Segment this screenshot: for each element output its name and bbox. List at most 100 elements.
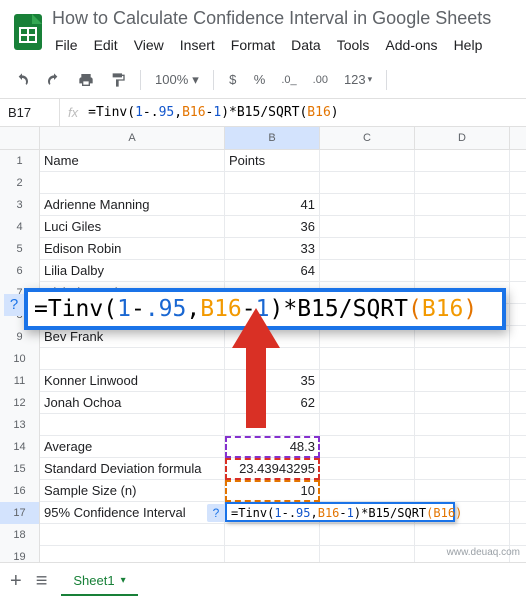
menu-addons[interactable]: Add-ons bbox=[378, 33, 444, 57]
currency-icon[interactable]: $ bbox=[222, 67, 244, 93]
cell-C10[interactable] bbox=[320, 348, 415, 370]
cell-D12[interactable] bbox=[415, 392, 510, 414]
chevron-down-icon[interactable]: ▾ bbox=[121, 575, 126, 586]
row-header[interactable]: 17 bbox=[0, 502, 40, 524]
row-header[interactable]: 11 bbox=[0, 370, 40, 392]
cell-B3[interactable]: 41 bbox=[225, 194, 320, 216]
all-sheets-button[interactable]: ≡ bbox=[36, 570, 48, 593]
cell-C14[interactable] bbox=[320, 436, 415, 458]
cell-C1[interactable] bbox=[320, 150, 415, 172]
cell-A2[interactable] bbox=[40, 172, 225, 194]
cell-C5[interactable] bbox=[320, 238, 415, 260]
cell-A11[interactable]: Konner Linwood bbox=[40, 370, 225, 392]
cell-B1[interactable]: Points bbox=[225, 150, 320, 172]
col-header-c[interactable]: C bbox=[320, 127, 415, 149]
cell-C2[interactable] bbox=[320, 172, 415, 194]
select-all-corner[interactable] bbox=[0, 127, 40, 149]
menu-insert[interactable]: Insert bbox=[173, 33, 222, 57]
cell-D13[interactable] bbox=[415, 414, 510, 436]
doc-title[interactable]: How to Calculate Confidence Interval in … bbox=[48, 6, 518, 31]
increase-decimal-icon[interactable]: .00 bbox=[307, 67, 334, 93]
cell-C12[interactable] bbox=[320, 392, 415, 414]
cell-C4[interactable] bbox=[320, 216, 415, 238]
row-header[interactable]: 1 bbox=[0, 150, 40, 172]
cell-C15[interactable] bbox=[320, 458, 415, 480]
cell-B2[interactable] bbox=[225, 172, 320, 194]
menu-file[interactable]: File bbox=[48, 33, 85, 57]
decrease-decimal-icon[interactable]: .0_ bbox=[275, 67, 302, 93]
row-header[interactable]: 6 bbox=[0, 260, 40, 282]
menu-view[interactable]: View bbox=[127, 33, 171, 57]
cell-A6[interactable]: Lilia Dalby bbox=[40, 260, 225, 282]
cell-B4[interactable]: 36 bbox=[225, 216, 320, 238]
row-header[interactable]: 12 bbox=[0, 392, 40, 414]
row-header[interactable]: 16 bbox=[0, 480, 40, 502]
cell-D16[interactable] bbox=[415, 480, 510, 502]
row-header[interactable]: 3 bbox=[0, 194, 40, 216]
cell-D2[interactable] bbox=[415, 172, 510, 194]
cell-D15[interactable] bbox=[415, 458, 510, 480]
cell-D5[interactable] bbox=[415, 238, 510, 260]
row-header[interactable]: 14 bbox=[0, 436, 40, 458]
cell-B18[interactable] bbox=[225, 524, 320, 546]
add-sheet-button[interactable]: + bbox=[10, 570, 22, 593]
cell-A16[interactable]: Sample Size (n) bbox=[40, 480, 225, 502]
cell-A12[interactable]: Jonah Ochoa bbox=[40, 392, 225, 414]
cell-A1[interactable]: Name bbox=[40, 150, 225, 172]
cell-A3[interactable]: Adrienne Manning bbox=[40, 194, 225, 216]
cell-B16[interactable]: 10 bbox=[225, 480, 320, 502]
cell-A17[interactable]: 95% Confidence Interval bbox=[40, 502, 225, 524]
menu-tools[interactable]: Tools bbox=[330, 33, 377, 57]
menu-edit[interactable]: Edit bbox=[87, 33, 125, 57]
number-format-select[interactable]: 123▾ bbox=[338, 67, 378, 93]
formula-help-icon[interactable]: ? bbox=[207, 504, 225, 522]
cell-C18[interactable] bbox=[320, 524, 415, 546]
col-header-a[interactable]: A bbox=[40, 127, 225, 149]
percent-icon[interactable]: % bbox=[248, 67, 272, 93]
menu-help[interactable]: Help bbox=[447, 33, 490, 57]
menu-format[interactable]: Format bbox=[224, 33, 282, 57]
cell-B14[interactable]: 48.3 bbox=[225, 436, 320, 458]
cell-D6[interactable] bbox=[415, 260, 510, 282]
cell-C6[interactable] bbox=[320, 260, 415, 282]
cell-D10[interactable] bbox=[415, 348, 510, 370]
cell-A5[interactable]: Edison Robin bbox=[40, 238, 225, 260]
cell-A10[interactable] bbox=[40, 348, 225, 370]
cell-B5[interactable]: 33 bbox=[225, 238, 320, 260]
cell-A15[interactable]: Standard Deviation formula bbox=[40, 458, 225, 480]
row-header[interactable]: 10 bbox=[0, 348, 40, 370]
cell-A18[interactable] bbox=[40, 524, 225, 546]
row-header[interactable]: 4 bbox=[0, 216, 40, 238]
col-header-d[interactable]: D bbox=[415, 127, 510, 149]
cell-C16[interactable] bbox=[320, 480, 415, 502]
cell-D4[interactable] bbox=[415, 216, 510, 238]
cell-C13[interactable] bbox=[320, 414, 415, 436]
sheet-tab-sheet1[interactable]: Sheet1 ▾ bbox=[61, 567, 137, 596]
cell-D1[interactable] bbox=[415, 150, 510, 172]
menu-data[interactable]: Data bbox=[284, 33, 328, 57]
redo-icon[interactable] bbox=[40, 67, 68, 93]
row-header[interactable]: 15 bbox=[0, 458, 40, 480]
cell-D3[interactable] bbox=[415, 194, 510, 216]
active-cell-b17[interactable]: ? =Tinv(1-.95,B16-1)*B15/SQRT(B16) bbox=[225, 502, 455, 522]
cell-D11[interactable] bbox=[415, 370, 510, 392]
row-header[interactable]: 18 bbox=[0, 524, 40, 546]
cell-B6[interactable]: 64 bbox=[225, 260, 320, 282]
cell-A14[interactable]: Average bbox=[40, 436, 225, 458]
cell-B15[interactable]: 23.43943295 bbox=[225, 458, 320, 480]
print-icon[interactable] bbox=[72, 67, 100, 93]
paint-format-icon[interactable] bbox=[104, 67, 132, 93]
zoom-select[interactable]: 100%▾ bbox=[149, 72, 205, 88]
row-header[interactable]: 13 bbox=[0, 414, 40, 436]
cell-D14[interactable] bbox=[415, 436, 510, 458]
cell-C3[interactable] bbox=[320, 194, 415, 216]
cell-D18[interactable] bbox=[415, 524, 510, 546]
formula-input[interactable]: =Tinv(1-.95,B16-1)*B15/SQRT(B16) bbox=[88, 105, 518, 120]
cell-C11[interactable] bbox=[320, 370, 415, 392]
name-box[interactable]: B17 bbox=[0, 99, 60, 126]
row-header[interactable]: 2 bbox=[0, 172, 40, 194]
row-header[interactable]: 5 bbox=[0, 238, 40, 260]
undo-icon[interactable] bbox=[8, 67, 36, 93]
col-header-b[interactable]: B bbox=[225, 127, 320, 149]
cell-A13[interactable] bbox=[40, 414, 225, 436]
